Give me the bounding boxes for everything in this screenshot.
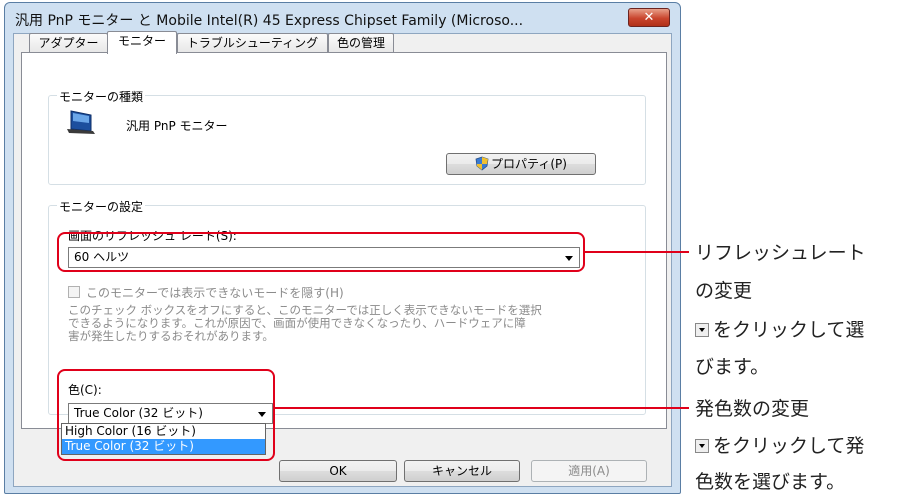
refresh-note-line-3-text: をクリックして選: [713, 319, 865, 341]
refresh-note-line-2: の変更: [695, 280, 753, 302]
dropdown-button-icon: [695, 439, 709, 453]
title-bar[interactable]: 汎用 PnP モニター と Mobile Intel(R) 45 Express…: [5, 3, 680, 33]
monitor-type-legend: モニターの種類: [57, 88, 146, 105]
refresh-note-line-3: をクリックして選: [695, 315, 864, 342]
color-depth-highlight: [57, 369, 275, 461]
monitor-settings-legend: モニターの設定: [57, 198, 146, 215]
tab-monitor[interactable]: モニター: [107, 31, 177, 54]
refresh-note-line-1: リフレッシュレート: [695, 242, 866, 264]
shield-icon: [475, 156, 489, 177]
refresh-callout-line: [585, 251, 689, 253]
color-note-line-3: 色数を選びます。: [695, 471, 846, 493]
tab-troubleshooting[interactable]: トラブルシューティング: [177, 33, 328, 53]
tab-adapter[interactable]: アダプター: [29, 33, 108, 53]
ok-button[interactable]: OK: [279, 460, 397, 482]
properties-label: プロパティ(P): [491, 157, 567, 171]
cancel-button[interactable]: キャンセル: [404, 460, 520, 482]
refresh-note-line-4: びます。: [695, 356, 770, 378]
hide-modes-checkbox[interactable]: [68, 286, 80, 298]
window-title: 汎用 PnP モニター と Mobile Intel(R) 45 Express…: [15, 13, 524, 29]
dropdown-button-icon: [695, 323, 709, 337]
color-callout-line: [275, 407, 689, 409]
monitor-name: 汎用 PnP モニター: [126, 119, 228, 133]
properties-button[interactable]: プロパティ(P): [446, 153, 596, 175]
tab-color-management[interactable]: 色の管理: [328, 33, 394, 53]
color-note-line-2: をクリックして発: [695, 431, 864, 458]
color-note-line-1: 発色数の変更: [695, 398, 810, 420]
refresh-rate-highlight: [57, 232, 585, 272]
apply-button[interactable]: 適用(A): [531, 460, 647, 482]
close-button[interactable]: ✕: [628, 8, 670, 27]
description-line-3: 害が発生したりするおそれがあります。: [68, 329, 274, 343]
monitor-icon: [65, 109, 97, 135]
hide-modes-label: このモニターでは表示できないモードを隠す(H): [86, 286, 344, 300]
color-note-line-2-text: をクリックして発: [713, 435, 865, 457]
